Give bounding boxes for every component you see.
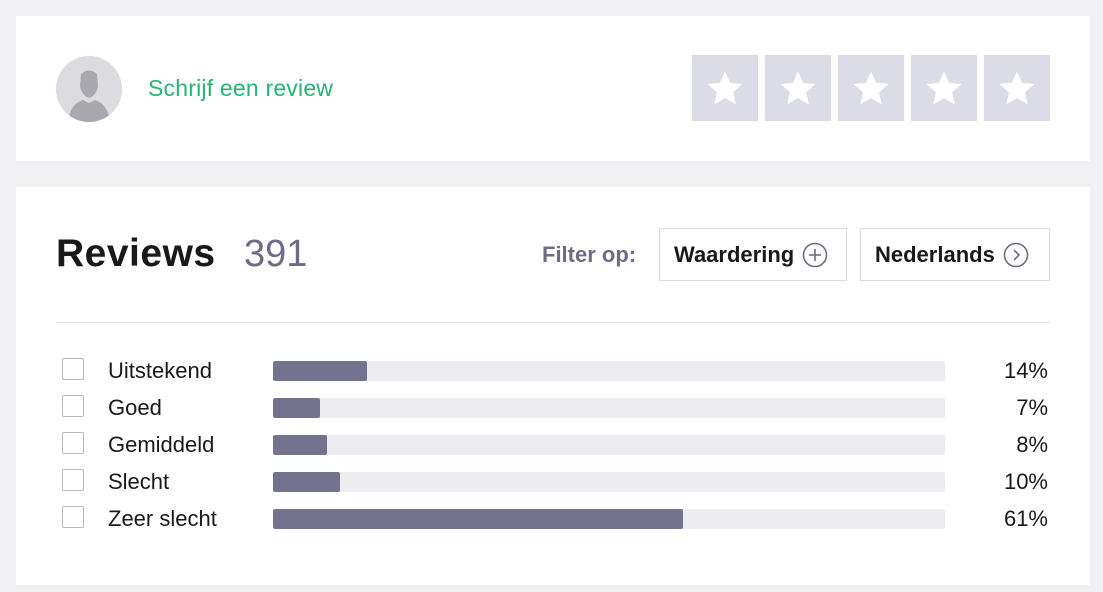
rating-row-slecht: Slecht 10% — [62, 467, 1050, 497]
rating-label: Gemiddeld — [108, 432, 215, 457]
rating-row-uitstekend: Uitstekend 14% — [62, 356, 1050, 386]
rating-label: Uitstekend — [108, 358, 212, 383]
filter-label: Filter op: — [542, 242, 637, 267]
rating-label: Slecht — [108, 469, 170, 494]
rating-percent: 61% — [1003, 506, 1048, 531]
star-icon — [999, 71, 1035, 105]
rating-row-zeer-slecht: Zeer slecht 61% — [62, 504, 1050, 534]
section-divider — [56, 322, 1050, 323]
filter-rating-label: Waardering — [674, 241, 795, 267]
rating-bar-track — [273, 435, 945, 455]
reviews-title: Reviews — [56, 232, 216, 275]
star-icon — [853, 71, 889, 105]
rating-filter-checkbox[interactable] — [62, 432, 84, 454]
star-icon — [707, 71, 743, 105]
star-icon — [780, 71, 816, 105]
rating-filter-checkbox[interactable] — [62, 469, 84, 491]
rating-bar-track — [273, 398, 945, 418]
star-button-5[interactable] — [984, 55, 1050, 121]
star-button-2[interactable] — [765, 55, 831, 121]
rating-bar-track — [273, 361, 945, 381]
rating-percent: 10% — [1003, 469, 1048, 494]
rating-filter-checkbox[interactable] — [62, 395, 84, 417]
write-review-link[interactable]: Schrijf een review — [148, 75, 333, 102]
filter-language-button[interactable]: Nederlands — [860, 228, 1050, 281]
rating-bar-fill — [273, 435, 327, 455]
reviews-summary-card: Reviews 391 Filter op: Waardering Nederl… — [16, 187, 1090, 585]
rating-bar-fill — [273, 361, 368, 381]
filter-language-label: Nederlands — [875, 241, 995, 267]
rating-label: Zeer slecht — [108, 506, 217, 531]
rating-filter-checkbox[interactable] — [62, 358, 84, 380]
rating-bar-fill — [273, 472, 341, 492]
rating-percent: 8% — [1016, 432, 1048, 457]
rating-bar-track — [273, 472, 945, 492]
rating-bar-fill — [273, 398, 321, 418]
write-review-card: Schrijf een review — [16, 16, 1090, 161]
rating-filter-checkbox[interactable] — [62, 506, 84, 528]
rating-bar-fill — [273, 509, 683, 529]
rating-bar-track — [273, 509, 945, 529]
filter-rating-button[interactable]: Waardering — [659, 228, 847, 281]
rating-percent: 7% — [1016, 395, 1048, 420]
rating-percent: 14% — [1003, 358, 1048, 383]
user-silhouette-icon — [56, 56, 122, 122]
rating-row-goed: Goed 7% — [62, 393, 1050, 423]
chevron-right-circle-icon — [1003, 242, 1029, 268]
plus-circle-icon — [802, 242, 828, 268]
star-button-3[interactable] — [838, 55, 904, 121]
star-button-1[interactable] — [692, 55, 758, 121]
reviews-count: 391 — [244, 233, 308, 275]
star-button-4[interactable] — [911, 55, 977, 121]
rating-row-gemiddeld: Gemiddeld 8% — [62, 430, 1050, 460]
rating-label: Goed — [108, 395, 162, 420]
star-rating-input[interactable] — [692, 55, 1050, 121]
star-icon — [926, 71, 962, 105]
